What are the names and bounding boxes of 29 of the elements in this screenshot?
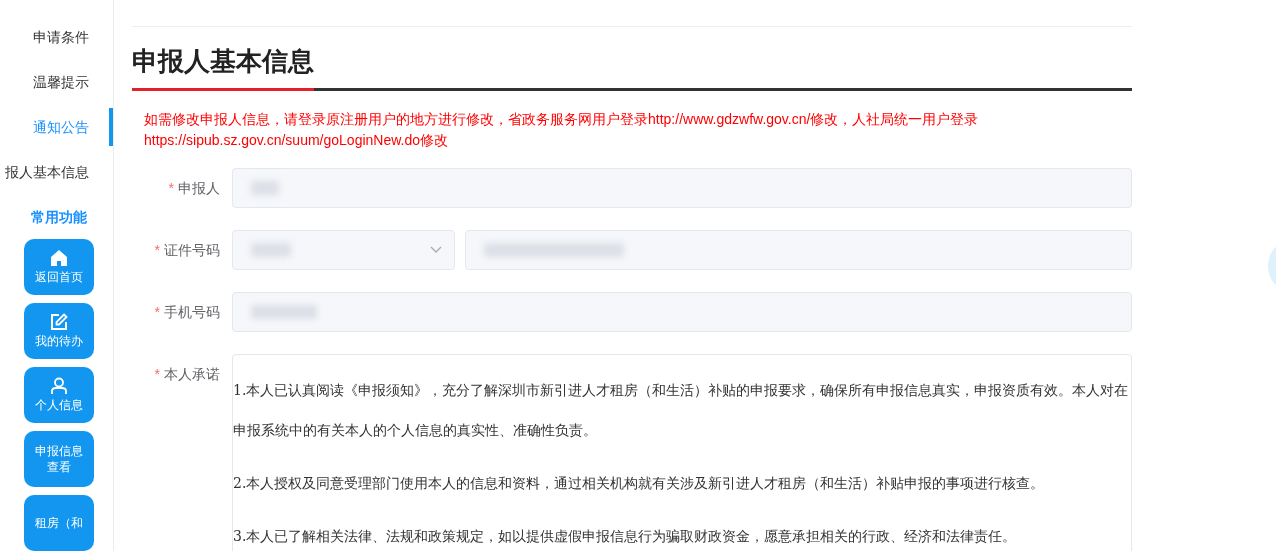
field-label: * 手机号码 [153,303,221,322]
quick-button[interactable]: 租房（和 [24,495,94,551]
input-field[interactable] [232,168,1132,208]
user-icon [50,377,68,395]
quick-button[interactable]: 返回首页 [24,239,94,295]
input-field[interactable] [232,292,1132,332]
notice-text: 如需修改申报人信息，请登录原注册用户的地方进行修改，省政务服务网用户登录http://www.gdzwfw.gov.cn/修改，人社局统一用户登录https://sipub.sz.gov.cn/suum/goLoginNew.do修改 [144,110,980,150]
quick-button[interactable]: 我的待办 [24,303,94,359]
id-type-select[interactable] [232,230,455,270]
edit-icon [50,313,68,331]
commitment-paragraph: 2.本人授权及同意受理部门使用本人的信息和资料，通过相关机构就有关涉及新引进人才租房（和生活）补贴申报的事项进行核查。 [233,474,1046,493]
section-title: 常用功能 [30,208,88,227]
quick-button[interactable]: 个人信息 [24,367,94,423]
active-indicator [109,108,113,146]
home-icon [50,249,68,267]
nav-item[interactable]: 报人基本信息 [5,161,113,183]
field-label: * 证件号码 [153,241,221,260]
nav-item[interactable]: 申请条件 [33,26,113,48]
quick-button[interactable]: 申报信息查看 [24,431,94,487]
field-label: * 申报人 [167,179,221,198]
chevron-down-icon [430,246,442,254]
input-field[interactable] [465,230,1132,270]
page-title: 申报人基本信息 [132,45,315,77]
field-label: * 本人承诺 [153,365,221,384]
commitment-paragraph: 1.本人已认真阅读《申报须知》，充分了解深圳市新引进人才租房（和生活）补贴的申报要求，确保所有申报信息真实，申报资质有效。本人对在申报系统中的有关本人的个人信息的真实性、准确性负责。 [233,381,1130,440]
nav-item[interactable]: 通知公告 [33,116,113,138]
commitment-paragraph: 3.本人已了解相关法律、法规和政策规定，如以提供虚假申报信息行为骗取财政资金，愿意承担相关的行政、经济和法律责任。 [233,527,1018,546]
commitment-field[interactable] [232,354,1132,551]
nav-item[interactable]: 温馨提示 [33,71,113,93]
